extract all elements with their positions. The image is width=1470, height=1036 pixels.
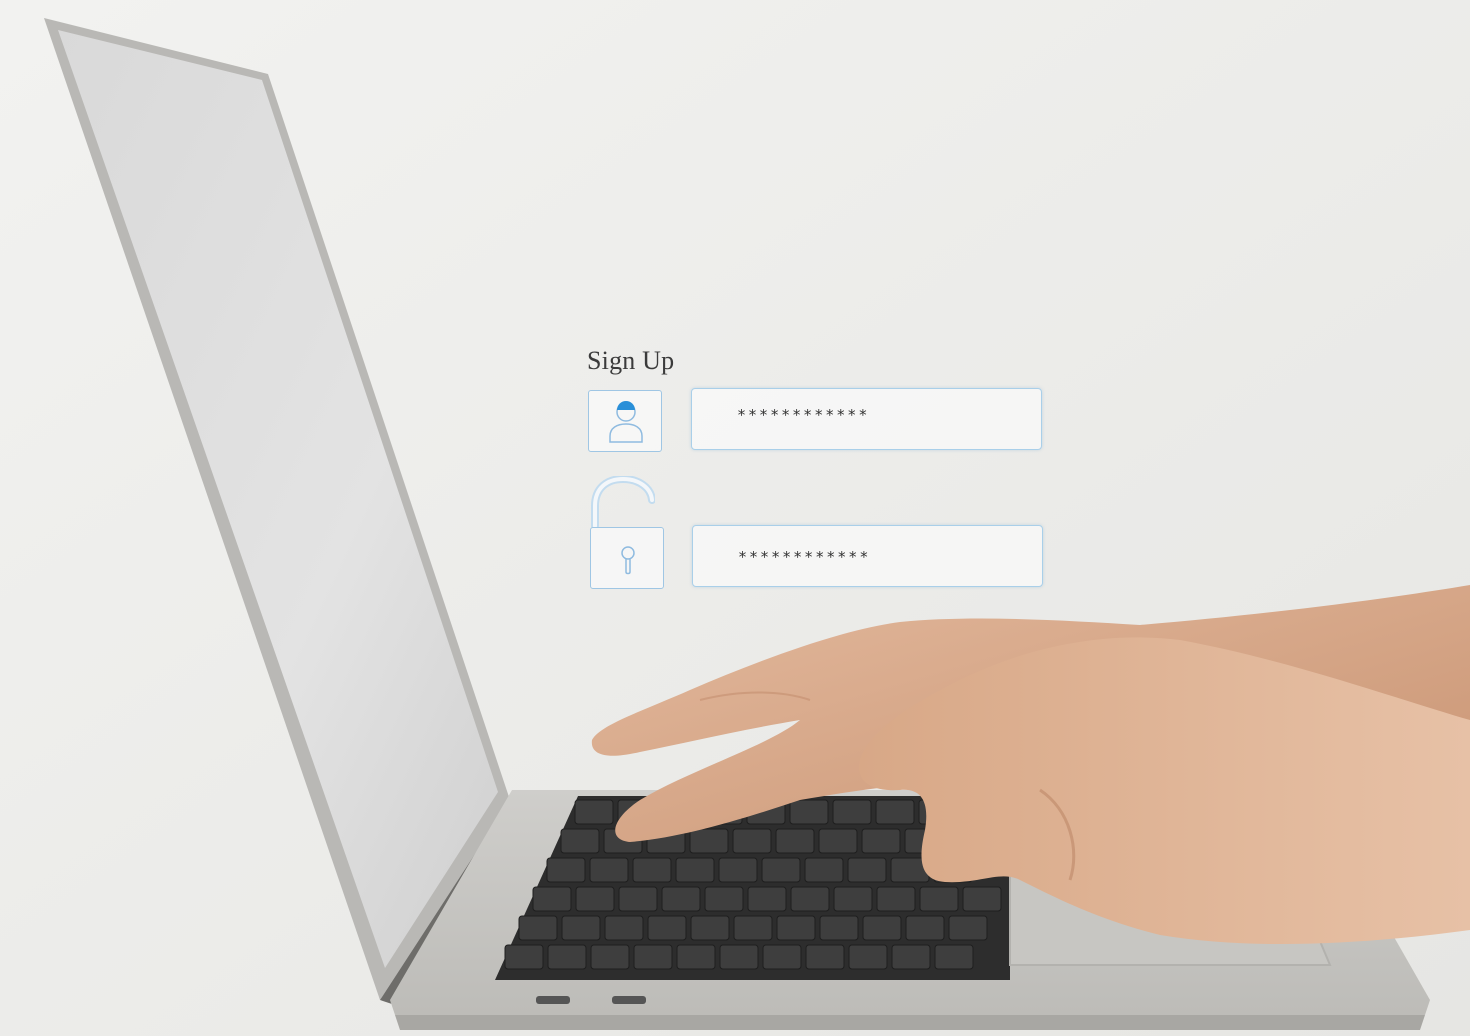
lock-body-box [590,527,664,589]
unlocked-padlock-icon [591,476,655,528]
keyhole-icon [621,546,635,575]
user-icon-box [588,390,662,452]
password-field[interactable]: ************ [692,525,1043,587]
user-icon [609,401,643,443]
sign-up-title: Sign Up [587,346,675,375]
username-value: ************ [737,406,870,424]
sign-up-overlay: Sign Up ************ ************ [0,0,1470,1036]
username-field[interactable]: ************ [691,388,1042,450]
password-value: ************ [738,548,871,566]
